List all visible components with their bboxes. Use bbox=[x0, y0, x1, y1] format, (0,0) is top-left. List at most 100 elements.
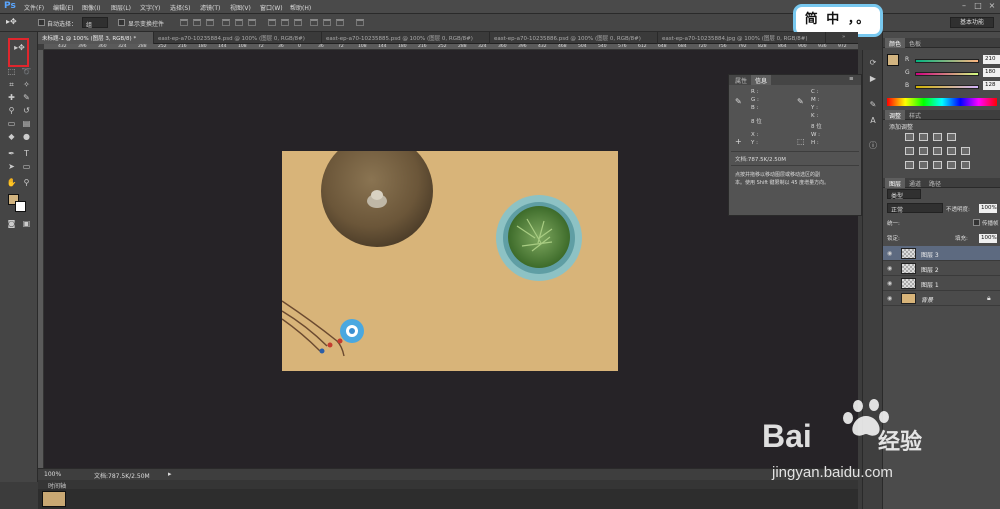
layer-row[interactable]: ◉ 背景 🔒︎ bbox=[883, 291, 1000, 306]
blur-tool-icon[interactable]: ◆ bbox=[5, 131, 18, 142]
quick-mask-icon[interactable]: ◙ bbox=[5, 218, 18, 229]
layer-row[interactable]: ◉ 图层 3 bbox=[883, 246, 1000, 261]
align-left-icon[interactable] bbox=[222, 19, 230, 26]
brightness-icon[interactable] bbox=[905, 133, 914, 141]
gradient-map-icon[interactable] bbox=[947, 161, 956, 169]
actions-icon[interactable]: ▶ bbox=[867, 74, 879, 85]
visibility-eye-icon[interactable]: ◉ bbox=[887, 280, 892, 287]
character-icon[interactable]: A bbox=[867, 116, 879, 127]
align-bottom-icon[interactable] bbox=[206, 19, 214, 26]
visibility-eye-icon[interactable]: ◉ bbox=[887, 295, 892, 302]
slider-b-value[interactable]: 128 bbox=[983, 81, 1000, 90]
lasso-tool-icon[interactable]: ➰ bbox=[20, 66, 33, 77]
crop-tool-icon[interactable]: ⌗ bbox=[5, 79, 18, 90]
slider-g-track[interactable] bbox=[915, 72, 979, 76]
background-color-swatch[interactable] bbox=[15, 201, 26, 212]
distribute-vcenter-icon[interactable] bbox=[281, 19, 289, 26]
brush-preset-icon[interactable]: ✎ bbox=[867, 100, 879, 111]
eraser-tool-icon[interactable]: ▭ bbox=[5, 118, 18, 129]
clone-stamp-icon[interactable]: ⚲ bbox=[5, 105, 18, 116]
menu-file[interactable]: 文件(F) bbox=[24, 3, 44, 12]
slider-b-track[interactable] bbox=[915, 85, 979, 89]
maximize-icon[interactable]: □ bbox=[972, 1, 984, 12]
slider-r[interactable]: R 210 bbox=[905, 55, 1000, 64]
visibility-eye-icon[interactable]: ◉ bbox=[887, 265, 892, 272]
auto-select-dropdown[interactable]: 组 bbox=[82, 17, 108, 29]
tab-adjustments[interactable]: 调整 bbox=[885, 110, 906, 120]
info-icon[interactable]: ⓘ bbox=[867, 140, 879, 151]
levels-icon[interactable] bbox=[919, 133, 928, 141]
invert-icon[interactable] bbox=[905, 161, 914, 169]
align-right-icon[interactable] bbox=[248, 19, 256, 26]
brush-tool-icon[interactable]: ✎ bbox=[20, 92, 33, 103]
status-menu-icon[interactable]: ▸ bbox=[168, 470, 172, 478]
vibrance-icon[interactable] bbox=[905, 147, 914, 155]
slider-g-value[interactable]: 180 bbox=[983, 68, 1000, 77]
align-top-icon[interactable] bbox=[180, 19, 188, 26]
doc-tab[interactable]: east-ep-a70-10235884.psd @ 100% (图层 0, R… bbox=[154, 32, 322, 44]
healing-brush-icon[interactable]: ✚ bbox=[5, 92, 18, 103]
tabs-overflow-icon[interactable]: » bbox=[838, 32, 858, 44]
dodge-tool-icon[interactable]: ● bbox=[20, 131, 33, 142]
exposure-icon[interactable] bbox=[947, 133, 956, 141]
threshold-icon[interactable] bbox=[933, 161, 942, 169]
show-transform-checkbox[interactable] bbox=[118, 19, 125, 26]
pen-tool-icon[interactable]: ✒ bbox=[5, 148, 18, 159]
propagate-checkbox[interactable] bbox=[973, 219, 980, 226]
minimize-icon[interactable]: – bbox=[958, 1, 970, 12]
photo-filter-icon[interactable] bbox=[961, 147, 970, 155]
slider-g[interactable]: G 180 bbox=[905, 68, 1000, 77]
tab-color[interactable]: 颜色 bbox=[885, 38, 906, 48]
move-tool-icon[interactable]: ▸✥ bbox=[6, 17, 17, 26]
auto-select-checkbox[interactable] bbox=[38, 19, 45, 26]
align-hcenter-icon[interactable] bbox=[235, 19, 243, 26]
slider-r-value[interactable]: 210 bbox=[983, 55, 1000, 64]
distribute-hcenter-icon[interactable] bbox=[323, 19, 331, 26]
menu-view[interactable]: 视图(V) bbox=[230, 3, 251, 12]
type-tool-icon[interactable]: T bbox=[20, 148, 33, 159]
menu-select[interactable]: 选择(S) bbox=[170, 3, 191, 12]
distribute-right-icon[interactable] bbox=[336, 19, 344, 26]
path-select-icon[interactable]: ➤ bbox=[5, 161, 18, 172]
blend-mode-select[interactable]: 正常 bbox=[887, 203, 943, 214]
screen-mode-icon[interactable]: ▣ bbox=[20, 218, 33, 229]
close-icon[interactable]: × bbox=[986, 1, 998, 12]
marquee-tool-icon[interactable]: ⬚ bbox=[5, 66, 18, 77]
panel-menu-icon[interactable]: ≡ bbox=[849, 76, 854, 82]
tab-info[interactable]: 信息 bbox=[751, 75, 772, 85]
slider-r-track[interactable] bbox=[915, 59, 979, 63]
opacity-input[interactable]: 100% bbox=[979, 204, 997, 213]
tab-layers[interactable]: 图层 bbox=[885, 178, 906, 188]
menu-help[interactable]: 帮助(H) bbox=[290, 3, 311, 12]
slider-b[interactable]: B 128 bbox=[905, 81, 1000, 90]
menu-edit[interactable]: 编辑(E) bbox=[53, 3, 73, 12]
tab-styles[interactable]: 样式 bbox=[905, 110, 925, 120]
selective-color-icon[interactable] bbox=[961, 161, 970, 169]
workspace-selector[interactable]: 基本功能 bbox=[950, 17, 994, 28]
tab-paths[interactable]: 路径 bbox=[925, 178, 945, 188]
magic-wand-icon[interactable]: ✧ bbox=[20, 79, 33, 90]
distribute-left-icon[interactable] bbox=[310, 19, 318, 26]
distribute-top-icon[interactable] bbox=[268, 19, 276, 26]
doc-tab[interactable]: east-ep-a70-10235885.psd @ 100% (图层 0, R… bbox=[322, 32, 490, 44]
tab-properties[interactable]: 属性 bbox=[731, 75, 751, 85]
zoom-level[interactable]: 100% bbox=[44, 471, 61, 478]
menu-layer[interactable]: 图层(L) bbox=[111, 3, 131, 12]
menu-image[interactable]: 图像(I) bbox=[82, 3, 100, 12]
layer-kind-filter[interactable]: 类型 bbox=[887, 189, 921, 200]
taskbar-thumbnail[interactable] bbox=[42, 491, 66, 507]
gradient-tool-icon[interactable]: ▤ bbox=[20, 118, 33, 129]
hand-tool-icon[interactable]: ✋ bbox=[5, 177, 18, 188]
black-white-icon[interactable] bbox=[947, 147, 956, 155]
layer-row[interactable]: ◉ 图层 2 bbox=[883, 261, 1000, 276]
tab-swatches[interactable]: 色板 bbox=[905, 38, 925, 48]
foreground-color-swatch[interactable] bbox=[887, 54, 899, 66]
doc-tab[interactable]: east-ep-a70-10235886.psd @ 100% (图层 0, R… bbox=[490, 32, 658, 44]
hue-saturation-icon[interactable] bbox=[919, 147, 928, 155]
menu-filter[interactable]: 滤镜(T) bbox=[200, 3, 220, 12]
doc-tab[interactable]: east-ep-a70-10235884.jpg @ 100% (图层 0, R… bbox=[658, 32, 826, 44]
distribute-bottom-icon[interactable] bbox=[294, 19, 302, 26]
history-brush-icon[interactable]: ↺ bbox=[20, 105, 33, 116]
doc-tab[interactable]: 未标题-1 @ 100% (图层 3, RGB/8) * bbox=[38, 32, 154, 44]
shape-tool-icon[interactable]: ▭ bbox=[20, 161, 33, 172]
